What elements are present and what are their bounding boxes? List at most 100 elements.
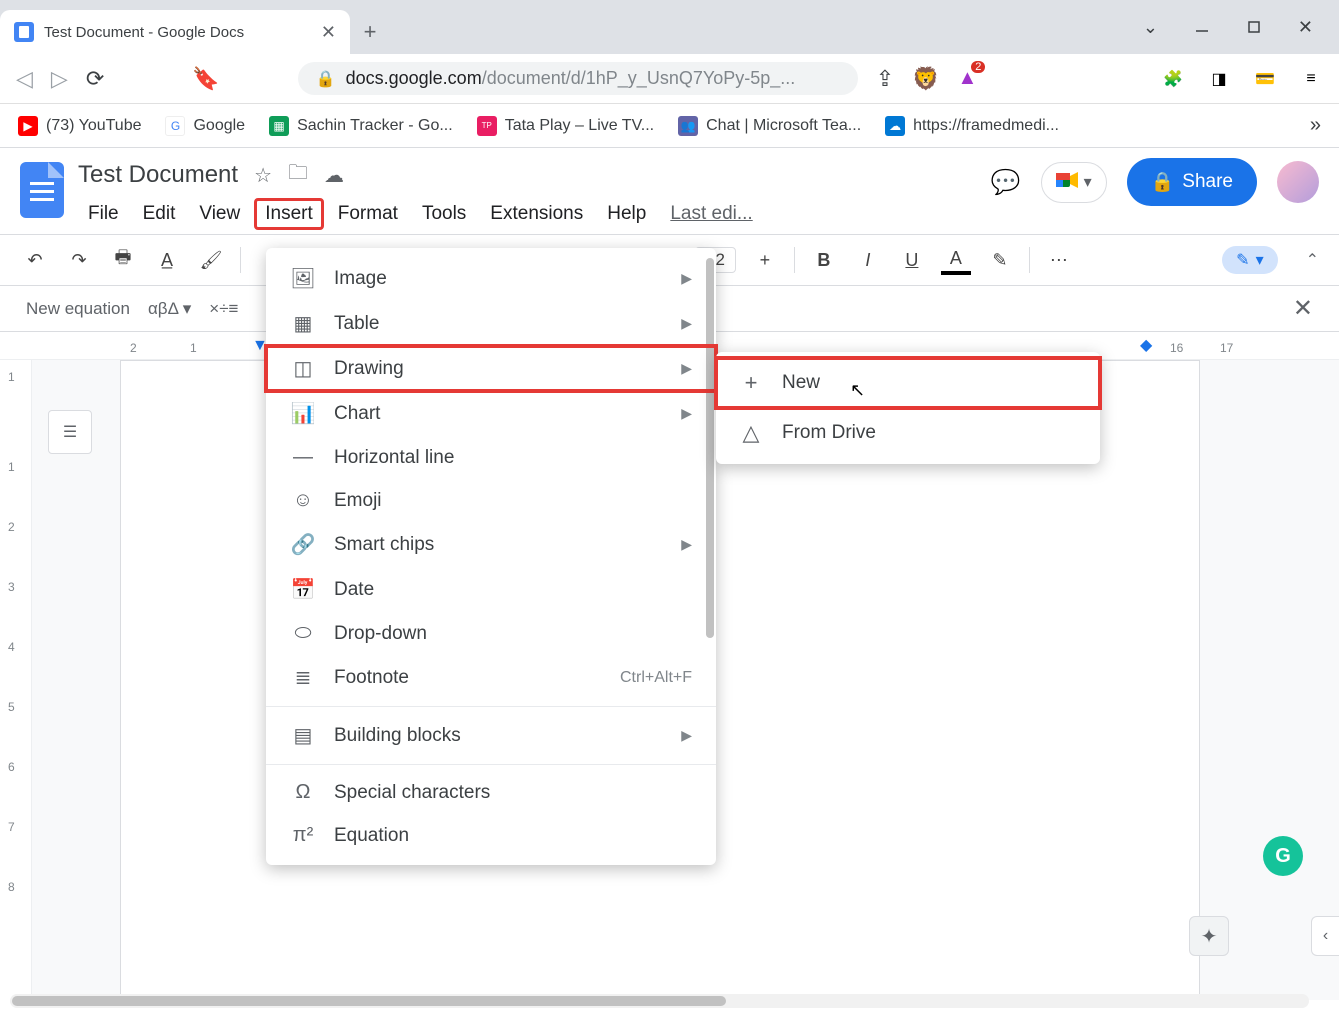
wallet-icon[interactable]: 💳 [1253,67,1277,91]
menu-file[interactable]: File [78,199,129,229]
spellcheck-icon[interactable]: A̲ [152,245,182,275]
ops-label: ×÷≡ [209,299,238,318]
bookmark-label: Tata Play – Live TV... [505,117,654,135]
last-edit-link[interactable]: Last edi... [670,203,752,225]
menu-label: Drop-down [334,623,427,645]
share-url-icon[interactable]: ⇪ [876,66,894,92]
insert-date[interactable]: 📅Date [266,567,716,612]
document-outline-button[interactable]: ☰ [48,410,92,454]
menu-format[interactable]: Format [328,199,408,229]
extensions-icon[interactable]: 🧩 [1161,67,1185,91]
explore-button[interactable]: ✦ [1189,916,1229,956]
brave-rewards-icon[interactable]: ▲2 [958,67,978,90]
window-minimize-icon[interactable] [1194,19,1210,35]
bold-icon[interactable]: B [809,245,839,275]
account-avatar[interactable] [1277,161,1319,203]
insert-equation[interactable]: π²Equation [266,814,716,857]
nav-forward-icon[interactable]: ▷ [51,66,68,92]
insert-horizontal-line[interactable]: —Horizontal line [266,436,716,479]
bookmark-youtube[interactable]: ▶(73) YouTube [18,116,141,136]
insert-table[interactable]: ▦Table▶ [266,301,716,346]
bookmark-tataplay[interactable]: TPTata Play – Live TV... [477,116,654,136]
italic-icon[interactable]: I [853,245,883,275]
collapse-toolbar-icon[interactable]: ⌃ [1306,250,1319,270]
bookmark-teams[interactable]: 👥Chat | Microsoft Tea... [678,116,861,136]
dropdown-icon: ⬭ [290,622,316,645]
menu-insert[interactable]: Insert [254,198,324,230]
more-tools-icon[interactable]: ⋯ [1044,245,1074,275]
docs-favicon-icon [14,22,34,42]
insert-building-blocks[interactable]: ▤Building blocks▶ [266,713,716,758]
close-equation-bar-icon[interactable]: ✕ [1293,294,1313,323]
tab-close-icon[interactable]: ✕ [321,22,336,43]
brave-shield-icon[interactable]: 🦁 [912,66,939,92]
submenu-arrow-icon: ▶ [681,727,692,744]
insert-smart-chips[interactable]: 🔗Smart chips▶ [266,522,716,567]
paint-format-icon[interactable]: 🖌 [196,245,226,275]
math-ops-button[interactable]: ×÷≡ [209,299,238,319]
bookmark-page-icon[interactable]: 🔖 [192,66,219,92]
meet-button[interactable]: ▾ [1041,162,1107,203]
bookmark-onedrive[interactable]: ☁https://framedmedi... [885,116,1059,136]
document-title[interactable]: Test Document [78,161,238,189]
side-panel-toggle[interactable]: ‹ [1311,916,1339,956]
new-equation-button[interactable]: New equation [26,299,130,319]
horizontal-scrollbar[interactable] [10,994,1309,1008]
insert-image[interactable]: 🖼Image▶ [266,256,716,301]
menu-tools[interactable]: Tools [412,199,476,229]
menu-label: Horizontal line [334,447,454,469]
move-folder-icon[interactable]: 🗀 [288,158,308,192]
window-close-icon[interactable]: ✕ [1298,17,1313,38]
nav-back-icon[interactable]: ◁ [16,66,33,92]
drive-icon: △ [738,420,764,446]
font-size-inc-icon[interactable]: + [750,245,780,275]
window-maximize-icon[interactable] [1246,19,1262,35]
brave-badge: 2 [971,61,985,73]
star-icon[interactable]: ☆ [254,163,272,188]
chevron-down-icon: ▾ [1256,250,1264,270]
menu-label: Emoji [334,490,382,512]
redo-icon[interactable]: ↷ [64,245,94,275]
greek-letters-button[interactable]: αβΔ ▾ [148,299,191,319]
submenu-label: From Drive [782,422,876,444]
docs-logo-icon[interactable] [20,162,64,218]
browser-menu-icon[interactable]: ≡ [1299,67,1323,91]
submenu-label: New [782,372,820,394]
new-tab-button[interactable]: + [350,10,390,54]
right-indent-marker-icon[interactable]: ◆ [1140,335,1152,355]
bookmark-label: Sachin Tracker - Go... [297,117,453,135]
print-icon[interactable]: 🖶 [108,245,138,275]
insert-menu-dropdown: 🖼Image▶ ▦Table▶ ◫Drawing▶ 📊Chart▶ —Horiz… [266,248,716,865]
insert-footnote[interactable]: ≣FootnoteCtrl+Alt+F [266,655,716,700]
sidepanel-icon[interactable]: ◨ [1207,67,1231,91]
menu-view[interactable]: View [189,199,250,229]
highlight-icon[interactable]: ✎ [985,245,1015,275]
text-color-icon[interactable]: A [941,245,971,275]
editing-mode-button[interactable]: ✎ ▾ [1222,246,1277,274]
grammarly-icon[interactable]: G [1263,836,1303,876]
vertical-ruler[interactable]: 112345678 [0,360,32,1000]
pi-icon: π² [290,824,316,847]
insert-chart[interactable]: 📊Chart▶ [266,391,716,436]
bookmark-google[interactable]: GGoogle [165,116,245,136]
insert-dropdown[interactable]: ⬭ Drop-down [266,612,716,655]
underline-icon[interactable]: U [897,245,927,275]
drawing-from-drive[interactable]: △ From Drive [716,408,1100,458]
insert-drawing[interactable]: ◫Drawing▶ [266,346,716,391]
bookmark-sheets[interactable]: ▦Sachin Tracker - Go... [269,116,453,136]
cloud-status-icon[interactable]: ☁ [324,163,344,188]
comments-icon[interactable]: 💬 [991,168,1021,197]
url-field[interactable]: 🔒 docs.google.com/document/d/1hP_y_UsnQ7… [298,62,858,95]
insert-special-chars[interactable]: ΩSpecial characters [266,771,716,814]
reload-icon[interactable]: ⟳ [86,66,104,92]
share-button[interactable]: 🔒 Share [1127,158,1257,206]
menu-extensions[interactable]: Extensions [480,199,593,229]
bookmarks-overflow-icon[interactable]: » [1310,114,1321,137]
menu-help[interactable]: Help [597,199,656,229]
menu-edit[interactable]: Edit [133,199,186,229]
browser-tab-active[interactable]: Test Document - Google Docs ✕ [0,10,350,54]
drawing-new[interactable]: +New [716,358,1100,408]
tab-search-chevron-icon[interactable]: ⌄ [1143,17,1158,38]
undo-icon[interactable]: ↶ [20,245,50,275]
insert-emoji[interactable]: ☺Emoji [266,479,716,522]
